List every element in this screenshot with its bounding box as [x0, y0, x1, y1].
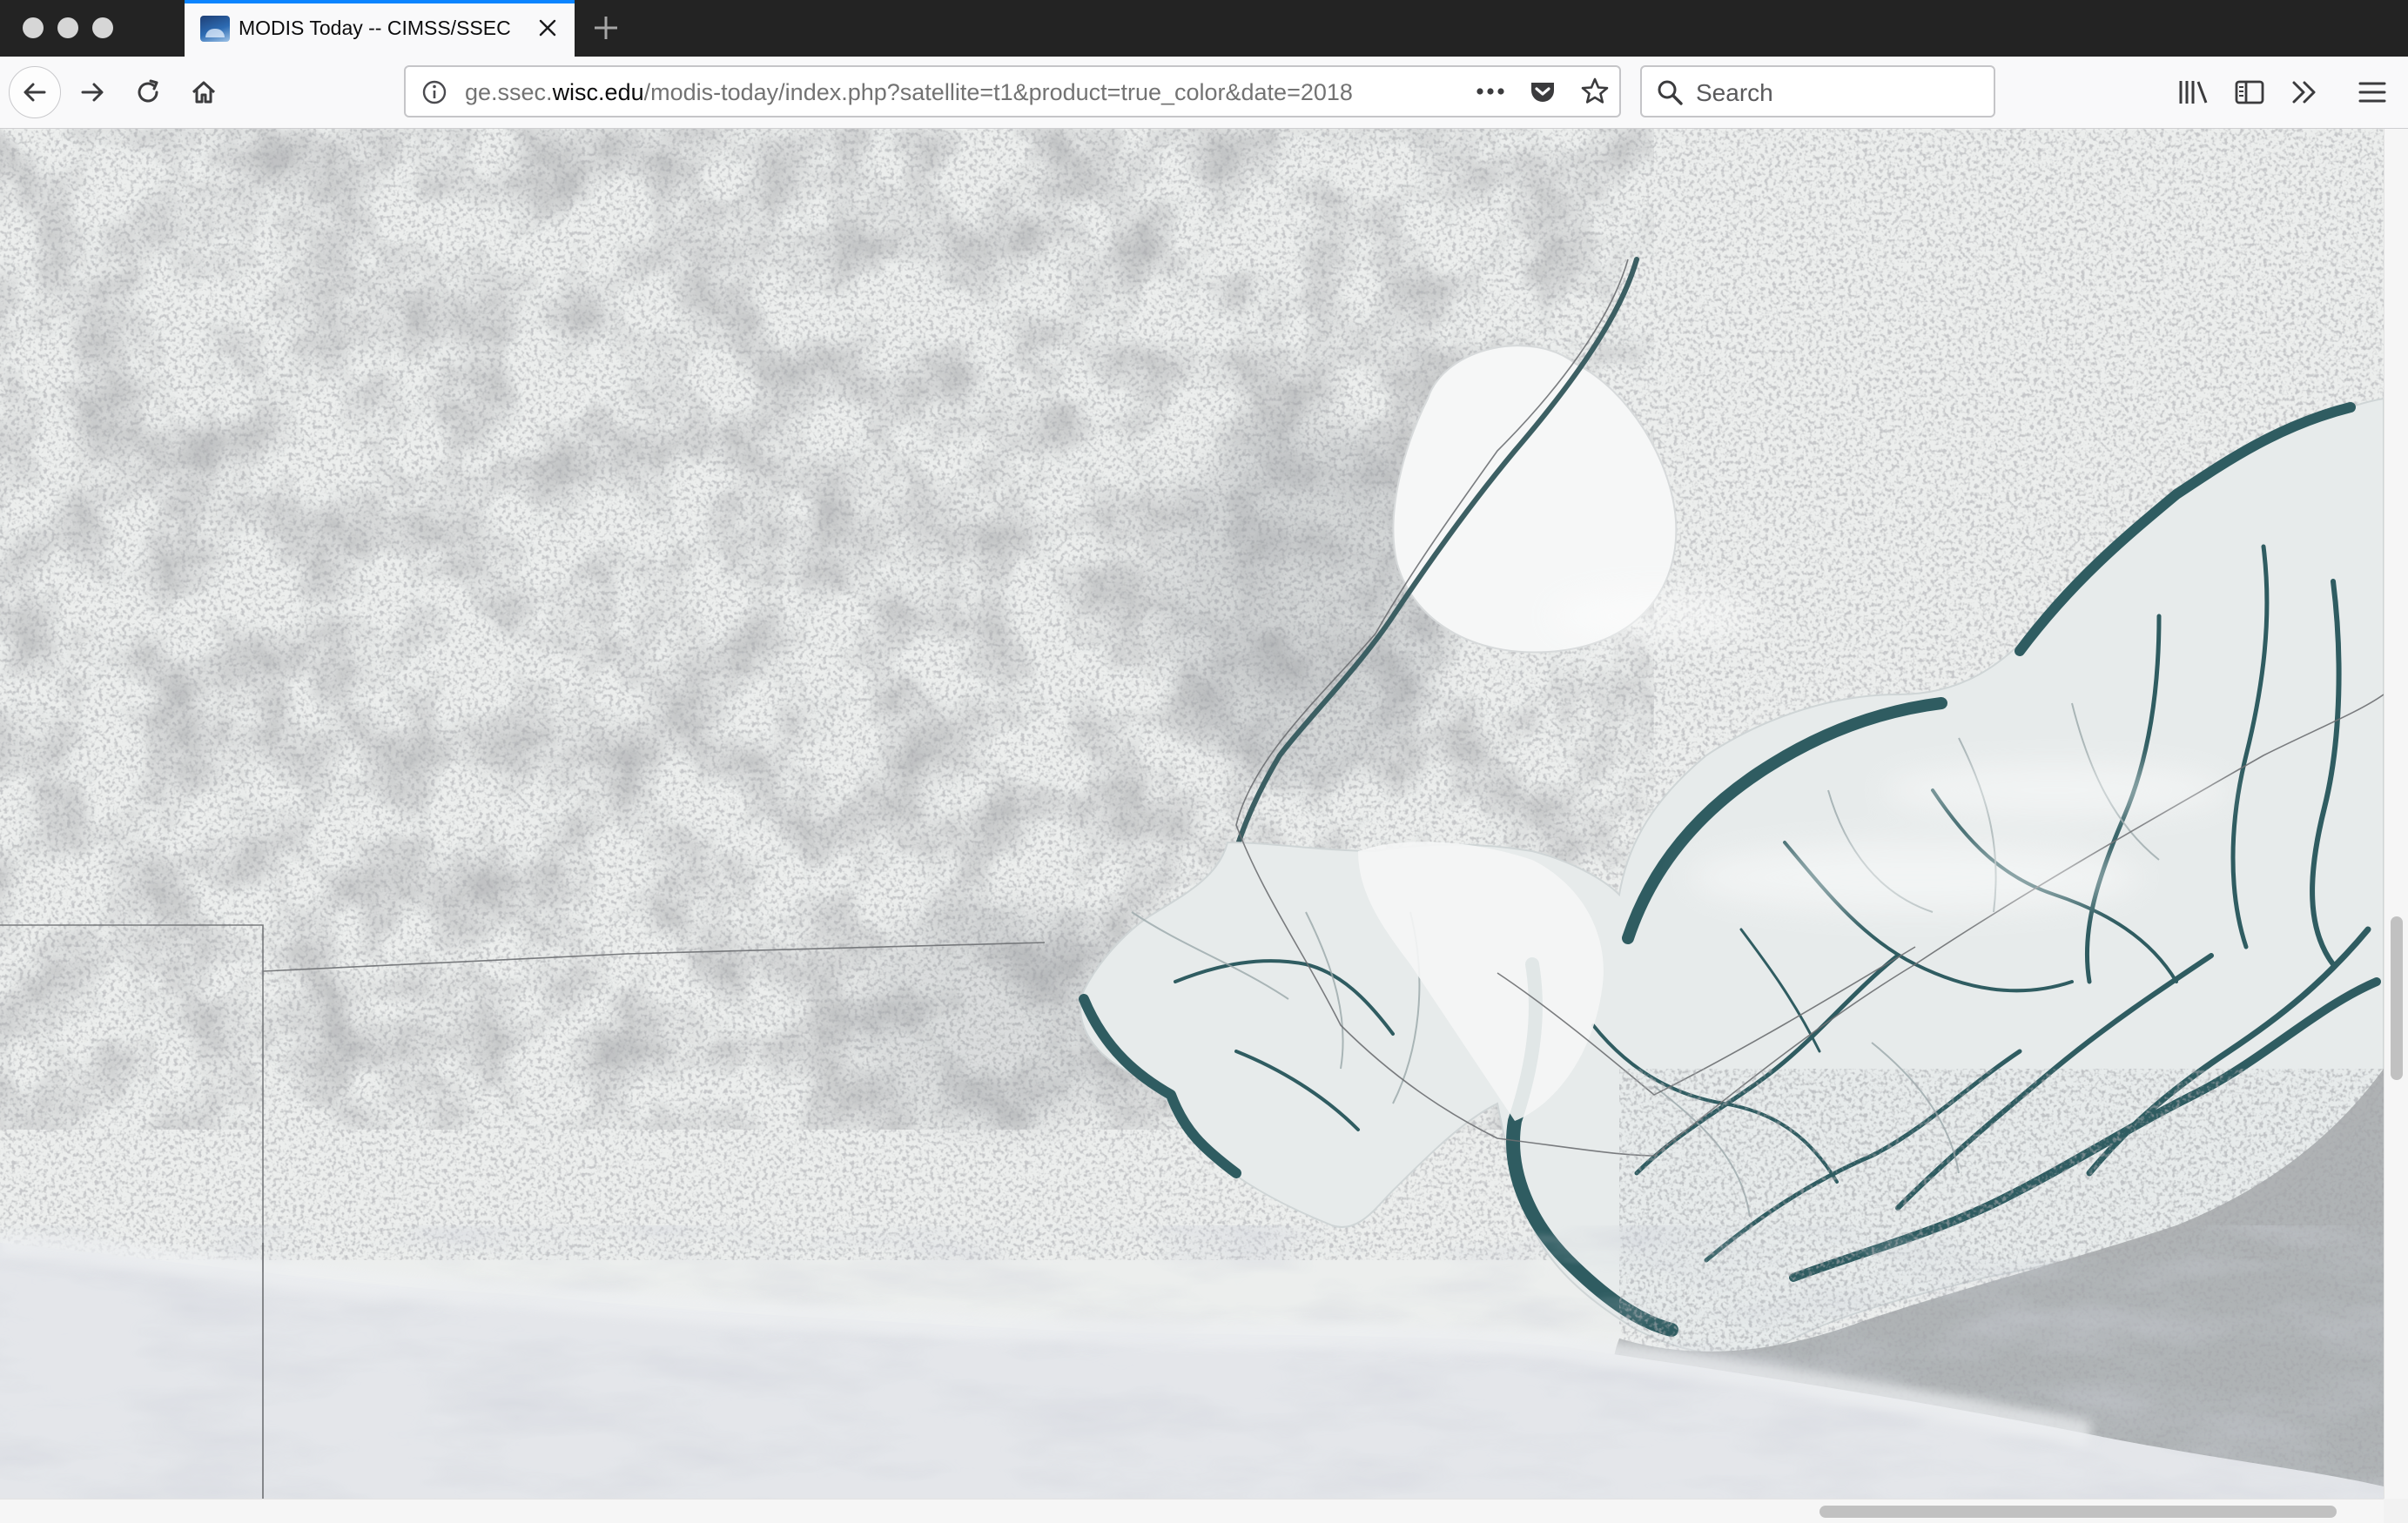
pocket-icon[interactable]: [1527, 76, 1558, 107]
back-button[interactable]: [9, 66, 61, 118]
sidebar-icon: [2235, 80, 2264, 104]
address-bar[interactable]: ge.ssec.wisc.edu/modis-today/index.php?s…: [404, 65, 1621, 117]
satellite-image-viewport[interactable]: [0, 129, 2384, 1499]
tab-active[interactable]: MODIS Today -- CIMSS/SSEC: [185, 0, 575, 57]
navigation-toolbar: ge.ssec.wisc.edu/modis-today/index.php?s…: [0, 57, 2408, 129]
site-info-icon[interactable]: [421, 79, 447, 105]
overflow-menu-button[interactable]: [2290, 66, 2319, 118]
url-domain: wisc.edu: [552, 79, 644, 105]
url-prefix: ge.ssec.: [465, 79, 553, 105]
library-button[interactable]: [2176, 66, 2211, 118]
hamburger-menu-icon: [2358, 82, 2386, 103]
page-actions-icon[interactable]: [1475, 76, 1506, 107]
horizontal-scrollbar[interactable]: [0, 1499, 2384, 1523]
reload-button[interactable]: [122, 66, 174, 118]
chevron-double-right-icon: [2292, 81, 2316, 104]
cloud-texture: [0, 1225, 2384, 1499]
horizontal-scroll-thumb[interactable]: [1819, 1506, 2337, 1518]
ssec-globe-icon: [200, 16, 230, 42]
search-bar[interactable]: Search: [1640, 65, 1995, 117]
sidebar-button[interactable]: [2234, 66, 2265, 118]
tab-title: MODIS Today -- CIMSS/SSEC: [239, 17, 511, 39]
url-fade: [1398, 67, 1476, 116]
new-tab-button[interactable]: [589, 9, 623, 47]
bookmark-star-icon[interactable]: [1579, 76, 1611, 107]
url-path: /modis-today/index.php?satellite=t1&prod…: [643, 79, 1353, 105]
window-zoom-dot[interactable]: [92, 17, 113, 38]
url-text[interactable]: ge.ssec.wisc.edu/modis-today/index.php?s…: [465, 79, 1440, 106]
search-placeholder: Search: [1696, 79, 1773, 106]
modis-true-color-image: [0, 129, 2384, 1499]
home-button[interactable]: [178, 66, 230, 118]
tab-close-icon[interactable]: [535, 12, 561, 44]
vertical-scroll-thumb[interactable]: [2391, 916, 2403, 1080]
hamburger-menu-button[interactable]: [2358, 66, 2387, 118]
home-icon: [192, 81, 216, 104]
arrow-left-icon: [24, 83, 46, 102]
window-titlebar: MODIS Today -- CIMSS/SSEC: [0, 0, 2408, 57]
library-icon: [2179, 81, 2208, 104]
search-icon: [1658, 80, 1683, 105]
window-close-dot[interactable]: [23, 17, 44, 38]
vertical-scrollbar[interactable]: [2384, 129, 2408, 1499]
scrollbar-corner: [2384, 1499, 2408, 1523]
reload-icon: [138, 79, 158, 103]
arrow-right-icon: [81, 83, 104, 102]
url-actions: [1475, 76, 1611, 107]
forward-button[interactable]: [66, 66, 118, 118]
window-minimize-dot[interactable]: [57, 17, 78, 38]
